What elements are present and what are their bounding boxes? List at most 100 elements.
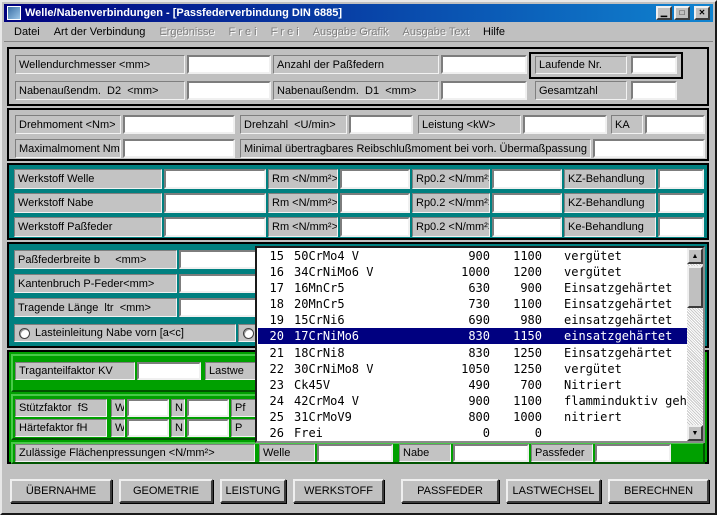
geometrie-button[interactable]: GEOMETRIE — [119, 479, 213, 503]
traganteilfaktor-input[interactable] — [137, 362, 201, 380]
close-button[interactable]: ✕ — [694, 6, 710, 20]
material-name: 34CrNiMo6 V — [294, 265, 440, 279]
passfeder-rp-input[interactable] — [492, 217, 562, 237]
uebernahme-button[interactable]: ÜBERNAHME — [10, 479, 112, 503]
material-nr: 15 — [258, 249, 284, 263]
passfeder-ke-behandlung-input[interactable] — [658, 217, 704, 237]
menu-datei[interactable]: Datei — [7, 23, 47, 41]
wellendurchmesser-label: Wellendurchmesser <mm> — [15, 55, 185, 74]
list-item[interactable]: 1716MnCr5630900Einsatzgehärtet — [258, 280, 687, 296]
list-item[interactable]: 1915CrNi6690980einsatzgehärtet — [258, 312, 687, 328]
list-item-selected[interactable]: 2017CrNiMo68301150einsatzgehärtet — [258, 328, 687, 344]
material-rm: 900 — [440, 249, 490, 263]
menu-hilfe[interactable]: Hilfe — [476, 23, 512, 41]
haerte-n-input[interactable] — [187, 419, 229, 437]
werkstoff-nabe-input[interactable] — [164, 193, 266, 213]
material-rm: 490 — [440, 378, 490, 392]
pressung-passfeder-input[interactable] — [595, 444, 671, 462]
welle-kz-behandlung-input[interactable] — [658, 169, 704, 189]
list-item[interactable]: 26Frei00 — [258, 425, 687, 441]
werkstoff-button[interactable]: WERKSTOFF — [293, 479, 384, 503]
tragende-laenge-input[interactable] — [179, 298, 259, 317]
naben-d1-input[interactable] — [441, 81, 527, 100]
leistung-input[interactable] — [523, 115, 607, 134]
list-item[interactable]: 2230CrNiMo8 V10501250vergütet — [258, 361, 687, 377]
lastwechsel-button[interactable]: LASTWECHSEL — [506, 479, 601, 503]
list-item[interactable]: 23Ck45V490700Nitriert — [258, 377, 687, 393]
berechnen-button[interactable]: BERECHNEN — [608, 479, 709, 503]
material-name: 31CrMoV9 — [294, 410, 440, 424]
menu-ergebnisse: Ergebnisse — [152, 23, 221, 41]
list-item[interactable]: 1634CrNiMo6 V10001200vergütet — [258, 264, 687, 280]
scroll-up-icon[interactable]: ▲ — [687, 248, 703, 264]
lasteinleitung-radio-option[interactable]: Lasteinleitung Nabe vorn [a<c] — [14, 324, 236, 342]
minimize-button[interactable]: ▁ — [656, 6, 672, 20]
material-rm: 1000 — [440, 265, 490, 279]
nabe-rp-input[interactable] — [492, 193, 562, 213]
list-item[interactable]: 1820MnCr57301100Einsatzgehärtet — [258, 296, 687, 312]
passfeder-rp-label: Rp0.2 <N/mm²> — [412, 217, 490, 237]
haerte-w-input[interactable] — [127, 419, 169, 437]
material-behandlung: vergütet — [564, 362, 622, 376]
geometry-frame: Wellendurchmesser <mm> Anzahl der Paßfed… — [7, 47, 709, 106]
material-rm: 830 — [440, 346, 490, 360]
radio-button-icon-2[interactable] — [243, 328, 254, 339]
naben-d2-input[interactable] — [187, 81, 271, 100]
maximalmoment-input[interactable] — [123, 139, 235, 158]
scroll-down-icon[interactable]: ▼ — [687, 425, 703, 441]
kantenbruch-input[interactable] — [179, 274, 259, 293]
naben-d2-label: Nabenaußendm. D2 <mm> — [15, 81, 185, 100]
list-item[interactable]: 2531CrMoV98001000nitriert — [258, 409, 687, 425]
list-item[interactable]: 1550CrMo4 V9001100vergütet — [258, 248, 687, 264]
gesamtzahl-field[interactable] — [631, 81, 677, 100]
menu-ausgabe-text: Ausgabe Text — [396, 23, 476, 41]
material-rp: 1100 — [490, 394, 542, 408]
reibschluss-field[interactable] — [593, 139, 705, 158]
nabe-kz-behandlung-input[interactable] — [658, 193, 704, 213]
material-rm: 800 — [440, 410, 490, 424]
passfederbreite-input[interactable] — [179, 250, 259, 269]
haertefaktor-label: Härtefaktor fH — [15, 419, 107, 437]
titlebar: Welle/Nabenverbindungen - [Passfederverb… — [4, 4, 713, 22]
anzahl-passfedern-input[interactable] — [441, 55, 527, 74]
laufende-nr-input[interactable] — [631, 56, 677, 74]
leistung-label: Leistung <kW> — [418, 115, 521, 134]
ka-label: KA — [611, 115, 643, 134]
menu-art-der-verbindung[interactable]: Art der Verbindung — [47, 23, 153, 41]
werkstoff-welle-label: Werkstoff Welle — [14, 169, 162, 189]
material-list-rows: 1550CrMo4 V9001100vergütet 1634CrNiMo6 V… — [258, 248, 687, 441]
werkstoff-passfeder-input[interactable] — [164, 217, 266, 237]
passfederbreite-label: Paßfederbreite b <mm> — [14, 250, 177, 269]
welle-kz-behandlung-label: KZ-Behandlung — [564, 169, 656, 189]
leistung-button[interactable]: LEISTUNG — [220, 479, 286, 503]
material-behandlung: nitriert — [564, 410, 622, 424]
passfeder-button[interactable]: PASSFEDER — [401, 479, 499, 503]
material-name: Frei — [294, 426, 440, 440]
nabe-rm-input[interactable] — [340, 193, 410, 213]
material-rm: 830 — [440, 329, 490, 343]
drehzahl-input[interactable] — [349, 115, 413, 134]
stuetz-w-input[interactable] — [127, 399, 169, 417]
list-item[interactable]: 2118CrNi88301250Einsatzgehärtet — [258, 344, 687, 360]
pressung-welle-input[interactable] — [317, 444, 393, 462]
ka-input[interactable] — [645, 115, 705, 134]
passfeder-rm-input[interactable] — [340, 217, 410, 237]
stuetz-pf-label: Pf — [231, 399, 257, 417]
radio-button-icon[interactable] — [19, 328, 30, 339]
scrollbar-thumb[interactable] — [687, 266, 703, 308]
wellendurchmesser-input[interactable] — [187, 55, 271, 74]
drehmoment-input[interactable] — [123, 115, 235, 134]
welle-rp-input[interactable] — [492, 169, 562, 189]
list-item[interactable]: 2442CrMo4 V9001100flamminduktiv gehärte — [258, 393, 687, 409]
stuetz-n-input[interactable] — [187, 399, 229, 417]
lasteinleitung-label: Lasteinleitung Nabe vorn [a<c] — [35, 327, 184, 339]
material-nr: 19 — [258, 313, 284, 327]
maximize-button[interactable]: □ — [674, 6, 690, 20]
werkstoff-welle-input[interactable] — [164, 169, 266, 189]
tragende-laenge-label: Tragende Länge ltr <mm> — [14, 298, 177, 317]
welle-rm-input[interactable] — [340, 169, 410, 189]
pressung-nabe-input[interactable] — [453, 444, 529, 462]
material-listbox: 1550CrMo4 V9001100vergütet 1634CrNiMo6 V… — [255, 246, 705, 443]
scrollbar[interactable]: ▲ ▼ — [687, 248, 703, 441]
naben-d1-label: Nabenaußendm. D1 <mm> — [273, 81, 439, 100]
